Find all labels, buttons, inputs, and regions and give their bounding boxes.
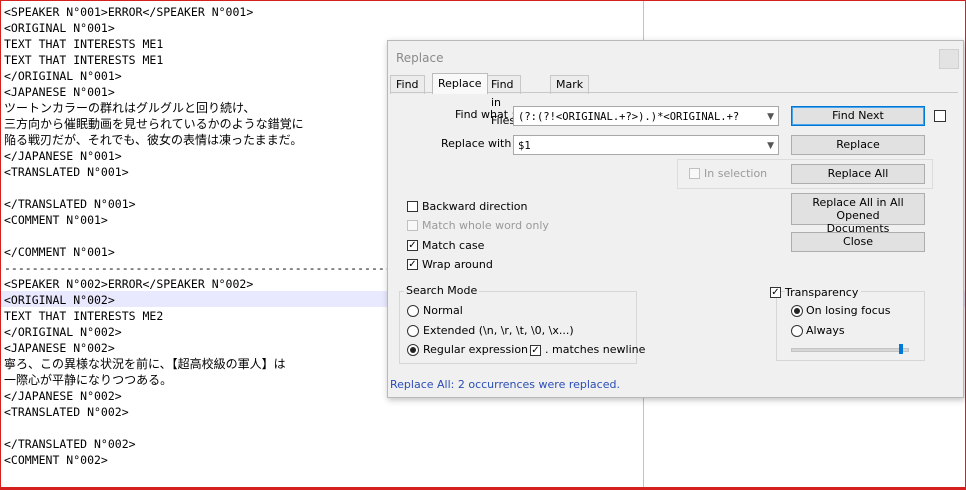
backward-direction-label: Backward direction (422, 200, 528, 213)
editor-line: </ORIGINAL N°001> (4, 69, 122, 83)
normal-radio[interactable] (407, 305, 419, 317)
editor-line: <SPEAKER N°001>ERROR</SPEAKER N°001> (4, 5, 254, 19)
window-border (1, 487, 965, 489)
editor-line: 一際心が平静になりつつある。 (4, 373, 173, 387)
backward-direction-checkbox[interactable] (407, 201, 418, 212)
wrap-around-label: Wrap around (422, 258, 493, 271)
editor-line: <TRANSLATED N°002> (4, 405, 129, 419)
editor-line: 寧ろ、この異様な状況を前に、【超高校級の軍人】は (4, 357, 286, 371)
transparency-checkbox[interactable]: ✓ (770, 287, 781, 298)
checkmark-icon: ✓ (771, 287, 780, 298)
editor-line: 三方向から催眠動画を見せられているかのような錯覚に (4, 117, 304, 131)
replace-with-input[interactable]: $1 ▼ (513, 135, 779, 155)
find-what-input[interactable]: (?:(?!<ORIGINAL.+?>).)*<ORIGINAL.+? ▼ (513, 106, 779, 126)
checkmark-icon: ✓ (408, 259, 417, 270)
match-case-checkbox[interactable]: ✓ (407, 240, 418, 251)
dialog-title: Replace (396, 51, 444, 65)
close-icon[interactable] (939, 49, 959, 69)
editor-line: </JAPANESE N°002> (4, 389, 122, 403)
editor-line: </JAPANESE N°001> (4, 149, 122, 163)
matches-newline-label: . matches newline (545, 343, 646, 356)
status-message: Replace All: 2 occurrences were replaced… (390, 378, 620, 391)
match-whole-word-label: Match whole word only (422, 219, 549, 232)
editor-line: ツートンカラーの群れはグルグルと回り続け、 (4, 101, 256, 115)
matches-newline-checkbox[interactable]: ✓ (530, 345, 541, 356)
editor-line: <COMMENT N°001> (4, 213, 108, 227)
normal-label: Normal (423, 304, 463, 317)
replace-button[interactable]: Replace (791, 135, 925, 155)
editor-line: </ORIGINAL N°002> (4, 325, 122, 339)
editor-line: </TRANSLATED N°002> (4, 437, 136, 451)
tab-replace[interactable]: Replace (432, 73, 488, 94)
checkmark-icon: ✓ (531, 345, 540, 356)
replace-dialog: Replace Find Replace Find in Files Mark … (387, 40, 964, 398)
chevron-down-icon[interactable]: ▼ (767, 107, 774, 125)
editor-line: <ORIGINAL N°002> (4, 293, 115, 307)
editor-line: <JAPANESE N°002> (4, 341, 115, 355)
editor-line: <ORIGINAL N°001> (4, 21, 115, 35)
regex-radio[interactable] (407, 344, 419, 356)
extended-radio[interactable] (407, 325, 419, 337)
transparency-slider-thumb[interactable] (899, 344, 904, 354)
match-case-label: Match case (422, 239, 485, 252)
in-selection-checkbox[interactable] (689, 168, 700, 179)
wrap-around-checkbox[interactable]: ✓ (407, 259, 418, 270)
transparency-slider[interactable] (791, 348, 909, 352)
transparency-label: Transparency (785, 286, 862, 299)
replace-with-label: Replace with : (441, 137, 519, 150)
replace-with-value: $1 (518, 140, 531, 152)
checkmark-icon: ✓ (408, 240, 417, 251)
match-whole-word-checkbox[interactable] (407, 220, 418, 231)
replace-all-opened-button[interactable]: Replace All in All Opened Documents (791, 193, 925, 235)
always-radio[interactable] (791, 325, 803, 337)
search-mode-title: Search Mode (404, 284, 480, 297)
replace-all-button[interactable]: Replace All (791, 164, 925, 184)
find-what-value: (?:(?!<ORIGINAL.+?>).)*<ORIGINAL.+? (518, 111, 740, 123)
pin-checkbox[interactable] (934, 110, 946, 122)
editor-line: </COMMENT N°001> (4, 245, 115, 259)
editor-line: <TRANSLATED N°001> (4, 165, 129, 179)
on-losing-focus-radio[interactable] (791, 305, 803, 317)
editor-line: <SPEAKER N°002>ERROR</SPEAKER N°002> (4, 277, 254, 291)
on-losing-focus-label: On losing focus (806, 304, 891, 317)
find-what-label: Find what : (455, 108, 516, 121)
always-label: Always (806, 324, 845, 337)
editor-line: 陥る戦刃だが、それでも、彼女の表情は凍ったままだ。 (4, 133, 303, 147)
editor-line: <COMMENT N°002> (4, 453, 108, 467)
in-selection-label: In selection (704, 167, 768, 180)
chevron-down-icon[interactable]: ▼ (767, 136, 774, 154)
editor-line: TEXT THAT INTERESTS ME1 (4, 37, 164, 51)
extended-label: Extended (\n, \r, \t, \0, \x...) (423, 324, 574, 337)
editor-line: <JAPANESE N°001> (4, 85, 115, 99)
editor-line: TEXT THAT INTERESTS ME2 (4, 309, 164, 323)
regex-label: Regular expression (423, 343, 529, 356)
find-next-button[interactable]: Find Next (791, 106, 925, 126)
replace-all-opened-line1: Replace All in All Opened (812, 196, 904, 222)
editor-line: TEXT THAT INTERESTS ME1 (4, 53, 164, 67)
close-button[interactable]: Close (791, 232, 925, 252)
editor-line: </TRANSLATED N°001> (4, 197, 136, 211)
